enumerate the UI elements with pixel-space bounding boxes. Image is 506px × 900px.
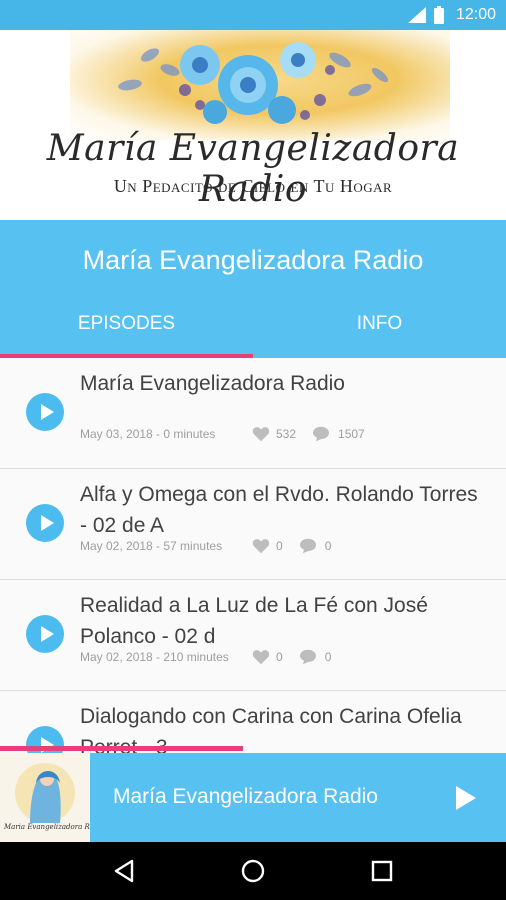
heart-icon[interactable] xyxy=(252,426,270,442)
status-time: 12:00 xyxy=(455,6,496,23)
episode-row[interactable]: Dialogando con Carina con Carina Ofelia … xyxy=(0,691,506,753)
status-bar: 12:00 xyxy=(0,0,506,30)
comment-icon[interactable] xyxy=(299,649,317,665)
tab-bar: EPISODES INFO xyxy=(0,302,506,358)
episode-title: Realidad a La Luz de La Fé con José Pola… xyxy=(80,594,428,648)
flowers-illustration xyxy=(118,42,389,124)
comment-count: 1507 xyxy=(338,427,365,441)
episode-meta: May 02, 2018 - 210 minutes 0 0 xyxy=(80,649,331,665)
mini-player[interactable]: Maria Evangelizadora Radio María Evangel… xyxy=(0,753,506,842)
home-icon[interactable] xyxy=(233,851,273,891)
episode-meta: May 02, 2018 - 57 minutes 0 0 xyxy=(80,538,331,554)
episode-date: May 02, 2018 - 57 minutes xyxy=(80,539,223,553)
comment-icon[interactable] xyxy=(299,538,317,554)
thumbnail-text: Maria Evangelizadora Radio xyxy=(4,823,90,831)
like-count: 0 xyxy=(276,539,283,553)
banner-title: María Evangelizadora Radio xyxy=(46,128,460,210)
episode-meta: May 03, 2018 - 0 minutes 532 1507 xyxy=(80,426,365,442)
episode-date: May 03, 2018 - 0 minutes xyxy=(80,427,216,441)
system-nav-bar xyxy=(0,842,506,900)
episode-row[interactable]: María Evangelizadora Radio May 03, 2018 … xyxy=(0,358,506,469)
heart-icon[interactable] xyxy=(252,538,270,554)
play-icon[interactable] xyxy=(26,615,64,653)
comment-count: 0 xyxy=(324,650,332,664)
play-icon[interactable] xyxy=(26,393,64,431)
back-icon[interactable] xyxy=(104,851,144,891)
episode-list: María Evangelizadora Radio May 03, 2018 … xyxy=(0,358,506,753)
tab-episodes[interactable]: EPISODES xyxy=(0,302,253,358)
episode-title: Alfa y Omega con el Rvdo. Rolando Torres… xyxy=(80,483,478,537)
like-count: 532 xyxy=(276,427,297,441)
wifi-icon xyxy=(407,7,426,23)
app-header: María Evangelizadora Radio EPISODES INFO xyxy=(0,220,506,358)
play-button[interactable] xyxy=(454,785,478,811)
player-station-name: María Evangelizadora Radio xyxy=(113,785,378,808)
episode-title: María Evangelizadora Radio xyxy=(80,372,345,395)
heart-icon[interactable] xyxy=(252,649,270,665)
episode-row[interactable]: Realidad a La Luz de La Fé con José Pola… xyxy=(0,580,506,691)
episode-row[interactable]: Alfa y Omega con el Rvdo. Rolando Torres… xyxy=(0,469,506,580)
recents-icon[interactable] xyxy=(362,851,402,891)
banner: María Evangelizadora Radio Un Pedacito d… xyxy=(0,30,506,220)
comment-count: 0 xyxy=(324,539,332,553)
like-count: 0 xyxy=(276,650,283,664)
banner-subtitle: Un Pedacito de Cielo en Tu Hogar xyxy=(113,176,393,196)
comment-icon[interactable] xyxy=(312,426,330,442)
station-thumbnail: Maria Evangelizadora Radio xyxy=(0,753,90,842)
page-title: María Evangelizadora Radio xyxy=(82,245,424,275)
tab-info[interactable]: INFO xyxy=(253,302,506,358)
play-icon[interactable] xyxy=(26,504,64,542)
episode-date: May 02, 2018 - 210 minutes xyxy=(80,650,229,664)
battery-icon xyxy=(433,6,444,24)
playback-progress[interactable] xyxy=(0,746,243,751)
